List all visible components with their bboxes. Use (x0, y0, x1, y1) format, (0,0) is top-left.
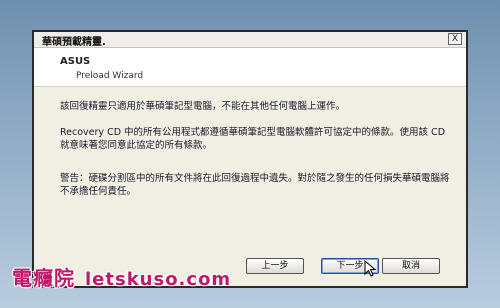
back-button[interactable]: 上一步 (246, 258, 304, 274)
brand-name: ASUS (60, 56, 91, 67)
window-title: 華碩預載精靈. (42, 37, 106, 48)
title-bar: 華碩預載精靈. X (34, 32, 466, 48)
license-paragraph: Recovery CD 中的所有公用程式都遵循華碩筆記型電腦軟體許可協定中的條款… (60, 127, 446, 151)
watermark-site: letskuso.com (85, 269, 232, 290)
wizard-header: ASUS Preload Wizard (34, 48, 466, 87)
watermark: 電癮院 letskuso.com (12, 262, 231, 291)
mouse-pointer-icon (364, 260, 377, 277)
wizard-name: Preload Wizard (76, 71, 144, 81)
cancel-button[interactable]: 取消 (382, 258, 440, 274)
watermark-name: 電癮院 (12, 266, 75, 290)
close-button[interactable]: X (448, 33, 462, 45)
preload-wizard-dialog: 華碩預載精靈. X ASUS Preload Wizard 該回復精靈只適用於華… (32, 30, 468, 288)
notice-paragraph: 該回復精靈只適用於華碩筆記型電腦，不能在其他任何電腦上運作。 (60, 101, 346, 112)
warning-paragraph: 警告：硬碟分割區中的所有文件將在此回復過程中遺失。對於隨之發生的任何損失華碩電腦… (60, 173, 450, 197)
